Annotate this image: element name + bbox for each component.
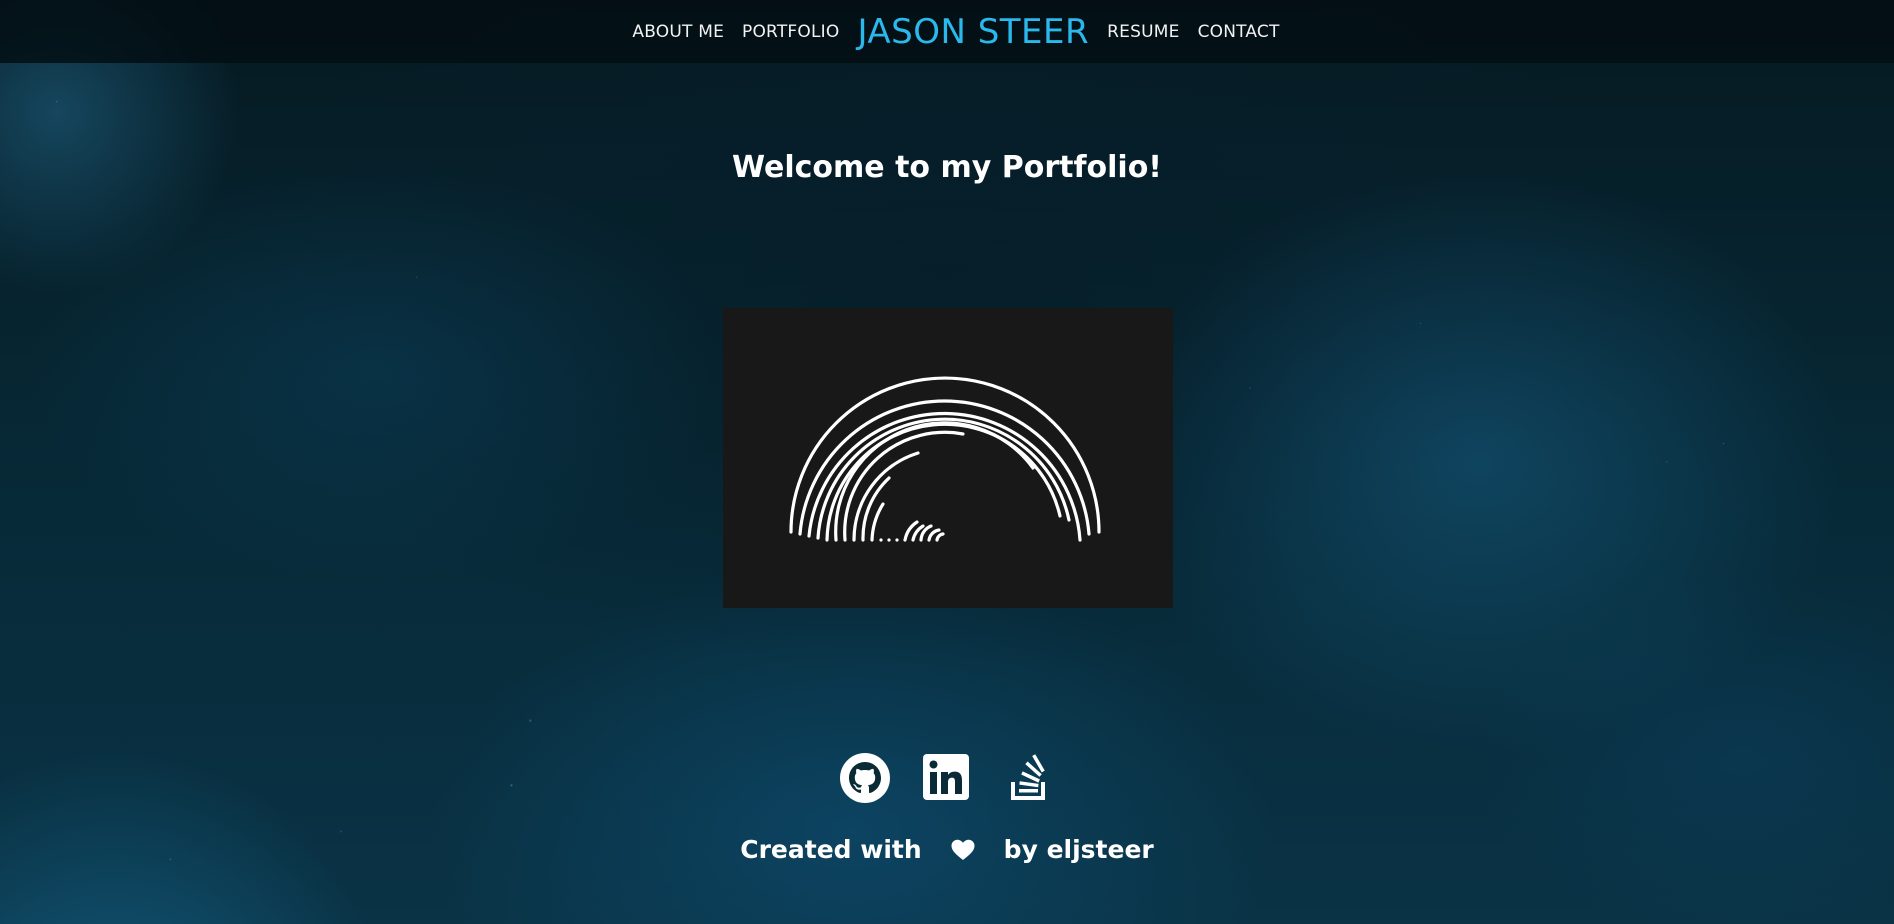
nav-link-contact[interactable]: CONTACT (1198, 22, 1280, 42)
linkedin-icon[interactable] (921, 752, 973, 804)
heart-icon (950, 838, 976, 862)
github-icon[interactable] (839, 752, 891, 804)
page-title: Welcome to my Portfolio! (731, 150, 1162, 185)
footer-credit: Created with by eljsteer (0, 835, 1894, 864)
nav-link-resume[interactable]: RESUME (1107, 22, 1179, 42)
nav-menu: ABOUT ME PORTFOLIO JASON STEER RESUME CO… (632, 15, 1279, 49)
nav-link-about-me[interactable]: ABOUT ME (632, 22, 724, 42)
credit-suffix: by eljsteer (1003, 835, 1154, 864)
brand-title[interactable]: JASON STEER (857, 15, 1089, 49)
top-navbar: ABOUT ME PORTFOLIO JASON STEER RESUME CO… (0, 0, 1894, 63)
concentric-arcs-logo-icon (789, 376, 1101, 542)
credit-prefix: Created with (740, 835, 922, 864)
social-links (0, 752, 1894, 804)
nav-link-portfolio[interactable]: PORTFOLIO (742, 22, 839, 42)
project-image-card[interactable] (723, 308, 1173, 608)
stackoverflow-icon[interactable] (1003, 752, 1055, 804)
